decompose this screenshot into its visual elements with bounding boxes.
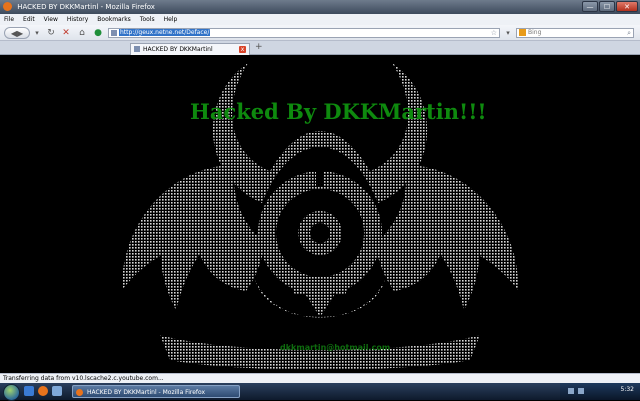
history-dropdown-icon[interactable]: ▾ (33, 27, 41, 39)
firefox-icon (3, 2, 12, 11)
status-text: Transferring data from v10.lscache2.c.yo… (3, 375, 164, 382)
menu-file[interactable]: File (4, 14, 14, 25)
menu-edit[interactable]: Edit (23, 14, 35, 25)
url-text: http://geux.netne.net/Deface/ (119, 29, 211, 36)
contact-email-link[interactable]: dkkmartin@hotmail.com (280, 343, 390, 352)
start-button[interactable] (3, 384, 20, 401)
menu-view[interactable]: View (44, 14, 58, 25)
tab-label: HACKED BY DKKMartinl (143, 46, 213, 53)
search-icon[interactable]: ⌕ (627, 29, 631, 37)
stop-icon[interactable]: ✕ (60, 27, 72, 39)
back-forward-button[interactable]: ◀▶ (4, 27, 30, 39)
home-icon[interactable]: ⌂ (76, 27, 88, 39)
quicklaunch-firefox-icon[interactable] (38, 386, 48, 396)
status-bar: Transferring data from v10.lscache2.c.yo… (0, 373, 640, 383)
bookmark-star-icon[interactable]: ☆ (491, 29, 497, 37)
new-tab-button[interactable]: + (255, 42, 263, 52)
taskbar-task-label: HACKED BY DKKMartinl - Mozilla Firefox (87, 389, 206, 396)
tab-favicon (134, 46, 140, 52)
taskbar-firefox-window[interactable]: HACKED BY DKKMartinl - Mozilla Firefox (72, 385, 240, 398)
menu-help[interactable]: Help (164, 14, 178, 25)
window-title-bar: HACKED BY DKKMartinl - Mozilla Firefox —… (0, 0, 640, 14)
navigation-toolbar: ◀▶ ▾ ↻ ✕ ⌂ ● http://geux.netne.net/Defac… (0, 25, 640, 41)
site-favicon (111, 30, 117, 36)
window-controls: — ☐ ✕ (582, 1, 638, 12)
window-title: HACKED BY DKKMartinl - Mozilla Firefox (17, 3, 155, 11)
address-bar[interactable]: http://geux.netne.net/Deface/ ☆ (108, 28, 500, 38)
page-content: Hacked By DKKMartin!!! dkkmartin@hotmail… (0, 55, 640, 373)
system-tray: 5:32 (560, 383, 640, 400)
windows-taskbar: HACKED BY DKKMartinl - Mozilla Firefox 5… (0, 383, 640, 401)
minimize-button[interactable]: — (582, 1, 598, 12)
quicklaunch-desktop-icon[interactable] (52, 386, 62, 396)
search-box[interactable]: Bing ⌕ (516, 28, 634, 38)
tab-hacked[interactable]: HACKED BY DKKMartinl x (130, 43, 250, 55)
close-window-button[interactable]: ✕ (616, 1, 638, 12)
menu-tools[interactable]: Tools (140, 14, 155, 25)
url-dropdown-icon[interactable]: ▾ (503, 27, 513, 39)
tab-bar: HACKED BY DKKMartinl x + (0, 41, 640, 55)
clock[interactable]: 5:32 (621, 386, 634, 393)
menu-history[interactable]: History (67, 14, 88, 25)
maximize-button[interactable]: ☐ (599, 1, 615, 12)
firefox-icon (76, 389, 83, 396)
close-tab-icon[interactable]: x (239, 46, 246, 53)
menu-bookmarks[interactable]: Bookmarks (97, 14, 131, 25)
hacked-headline: Hacked By DKKMartin!!! (190, 99, 487, 124)
search-engine-icon[interactable] (519, 29, 526, 36)
addon-icon[interactable]: ● (92, 27, 104, 39)
menu-bar: File Edit View History Bookmarks Tools H… (0, 14, 640, 25)
network-icon[interactable] (568, 388, 574, 394)
search-placeholder: Bing (528, 29, 542, 36)
quicklaunch-ie-icon[interactable] (24, 386, 34, 396)
volume-icon[interactable] (578, 388, 584, 394)
reload-icon[interactable]: ↻ (45, 27, 57, 39)
